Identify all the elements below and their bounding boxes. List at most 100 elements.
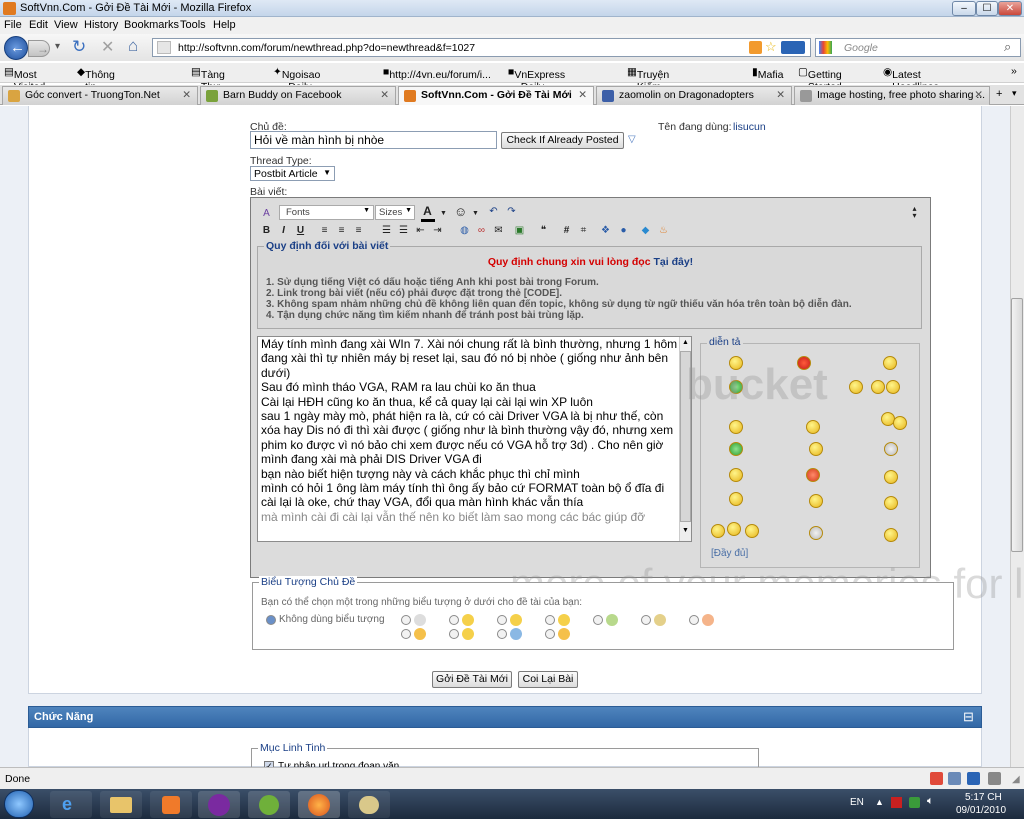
icon-radio[interactable]	[449, 629, 459, 639]
unordered-list-icon[interactable]: ☰	[397, 224, 410, 237]
folder-taskbar-icon[interactable]	[100, 791, 142, 818]
bookmark-mafia[interactable]: ▮ Mafia	[752, 66, 783, 81]
addon-status-icon[interactable]	[967, 772, 980, 785]
smiley-icon[interactable]	[886, 380, 900, 394]
scroll-down-icon[interactable]: ▼	[682, 527, 689, 534]
bookmark-ngoisao[interactable]: ✦ Ngoisao - Daily News	[273, 66, 320, 105]
icon-radio[interactable]	[545, 615, 555, 625]
underline-icon[interactable]: U	[294, 224, 307, 237]
page-scrollbar-thumb[interactable]	[1011, 298, 1023, 552]
bookmark-vnexpress[interactable]: ■ VnExpress - Daily News	[508, 66, 565, 105]
smiley-icon[interactable]	[893, 416, 907, 430]
clock-time[interactable]: 5:17 CH	[965, 792, 1002, 803]
icon-radio[interactable]	[449, 615, 459, 625]
smiley-icon[interactable]	[809, 494, 823, 508]
collapse-icon[interactable]: ⊟	[963, 709, 974, 725]
redo-icon[interactable]: ↷	[505, 205, 518, 218]
smiley-icon[interactable]	[729, 420, 743, 434]
bold-icon[interactable]: B	[260, 224, 273, 237]
smiley-icon[interactable]	[729, 468, 743, 482]
tray-expand-icon[interactable]: ▲	[875, 797, 884, 807]
bookmark-most-visited[interactable]: ▤ Most Visited	[4, 66, 45, 93]
app-taskbar-icon[interactable]	[248, 791, 290, 818]
no-icon-radio[interactable]	[266, 615, 276, 625]
smiley-icon[interactable]	[883, 356, 897, 370]
back-button[interactable]: ←	[4, 36, 28, 60]
maximize-button[interactable]: ☐	[976, 1, 998, 16]
smiley-icon[interactable]	[884, 528, 898, 542]
tab-close-icon[interactable]: ✕	[578, 87, 587, 104]
yahoo-messenger-taskbar-icon[interactable]	[198, 791, 240, 818]
menu-history[interactable]: History	[84, 19, 118, 31]
username-link[interactable]: lisucun	[733, 121, 766, 133]
history-dropdown-icon[interactable]: ▾	[55, 41, 60, 52]
tab-close-icon[interactable]: ✕	[182, 87, 191, 104]
language-indicator[interactable]: EN	[850, 797, 864, 808]
forward-button[interactable]: →	[28, 40, 50, 57]
start-button[interactable]	[4, 790, 34, 818]
search-icon[interactable]: ⌕	[1004, 39, 1011, 55]
thread-type-select[interactable]: Postbit Article ▼	[250, 166, 335, 181]
tab-softvnn-active[interactable]: SoftVnn.Com - Gởi Đề Tài Mới ✕	[398, 86, 594, 105]
google-icon[interactable]	[819, 41, 832, 54]
tab-goc-convert[interactable]: Góc convert - TruongTon.Net ✕	[2, 86, 198, 105]
paint-taskbar-icon[interactable]	[348, 791, 390, 818]
icon-radio[interactable]	[593, 615, 603, 625]
minimize-button[interactable]: –	[952, 1, 976, 16]
menu-help[interactable]: Help	[213, 19, 236, 31]
smiley-icon[interactable]	[809, 526, 823, 540]
bookmark-star-icon[interactable]: ☆	[765, 39, 777, 55]
indent-icon[interactable]: ⇥	[431, 224, 444, 237]
url-text[interactable]: http://softvnn.com/forum/newthread.php?d…	[178, 42, 475, 54]
menu-view[interactable]: View	[54, 19, 78, 31]
icon-radio[interactable]	[497, 629, 507, 639]
menu-tools[interactable]: Tools	[180, 19, 206, 31]
clock-date[interactable]: 09/01/2010	[956, 805, 1006, 816]
tab-barn-buddy[interactable]: Barn Buddy on Facebook ✕	[200, 86, 396, 105]
smiley-icon[interactable]	[729, 442, 743, 456]
smiley-icon[interactable]	[809, 442, 823, 456]
menu-edit[interactable]: Edit	[29, 19, 48, 31]
remove-format-icon[interactable]: A	[260, 207, 273, 220]
tab-close-icon[interactable]: ✕	[776, 87, 785, 104]
tray-app-icon[interactable]	[891, 797, 902, 808]
bookmark-getting-started[interactable]: ▢ Getting Started	[798, 66, 842, 93]
rss-icon[interactable]	[749, 41, 762, 54]
url-bar[interactable]: http://softvnn.com/forum/newthread.php?d…	[152, 38, 811, 57]
undo-icon[interactable]: ↶	[487, 205, 500, 218]
remove-link-icon[interactable]: ∞	[475, 224, 488, 237]
resize-icon[interactable]: ▾	[908, 209, 921, 222]
media-player-taskbar-icon[interactable]	[150, 791, 192, 818]
smiley-icon[interactable]	[806, 468, 820, 482]
flame-icon[interactable]: ♨	[657, 224, 670, 237]
new-tab-icon[interactable]: +	[996, 88, 1002, 100]
preview-post-button[interactable]: Coi Lại Bài	[518, 671, 578, 688]
resize-grip-icon[interactable]: ◢	[1012, 774, 1020, 785]
reload-icon[interactable]: ↻	[72, 37, 86, 57]
tab-zaomolin[interactable]: zaomolin on Dragonadopters ✕	[596, 86, 792, 105]
icon-radio[interactable]	[545, 629, 555, 639]
bookmarks-overflow-icon[interactable]: »	[1011, 65, 1017, 77]
diamond-icon[interactable]: ◆	[639, 224, 652, 237]
smiley-icon[interactable]	[884, 442, 898, 456]
icon-radio[interactable]	[689, 615, 699, 625]
chevron-down-icon[interactable]: ▼	[437, 207, 450, 220]
bookmark-thong-tin[interactable]: ◆ Thông tin công nghệ	[77, 66, 115, 117]
smiley-icon[interactable]	[729, 492, 743, 506]
icon-radio[interactable]	[641, 615, 651, 625]
tab-close-icon[interactable]: ✕	[974, 87, 983, 104]
italic-icon[interactable]: I	[277, 224, 290, 237]
tab-close-icon[interactable]: ✕	[380, 87, 389, 104]
smiley-icon[interactable]	[884, 470, 898, 484]
bookmark-tang-thu-vien[interactable]: ▤ Tàng Thư Viện	[191, 66, 225, 105]
align-center-icon[interactable]: ≡	[335, 224, 348, 237]
smilies-more-link[interactable]: [Đầy đủ]	[711, 548, 748, 559]
insert-link-icon[interactable]: ◍	[458, 224, 471, 237]
message-textarea[interactable]: Máy tính mình đang xài WIn 7. Xài nói ch…	[257, 336, 692, 542]
chevron-down-icon[interactable]: ▼	[469, 207, 482, 220]
addon-status-icon[interactable]	[988, 772, 1001, 785]
bookmark-latest-headlines[interactable]: ◉ Latest Headlines	[883, 66, 939, 93]
smiley-icon[interactable]	[727, 522, 741, 536]
search-bar[interactable]: Google ⌕	[815, 38, 1021, 57]
firefox-taskbar-icon[interactable]	[298, 791, 340, 818]
